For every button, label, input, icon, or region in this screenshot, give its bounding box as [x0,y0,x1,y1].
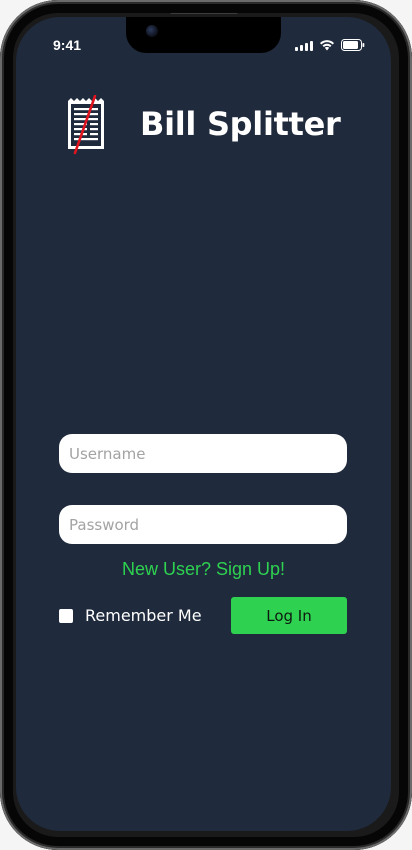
front-camera [146,25,158,37]
app-title: Bill Splitter [140,105,341,143]
status-icons [295,39,365,51]
receipt-icon [68,95,104,155]
side-button [408,255,412,355]
phone-frame: 9:41 Bill Splitter Username New User? Si… [0,0,412,850]
login-button[interactable]: Log In [231,597,347,634]
wifi-icon [320,40,334,51]
battery-icon [341,39,365,51]
speaker-grille [170,10,238,14]
username-input[interactable] [59,434,347,473]
status-time: 9:41 [53,37,82,53]
remember-me-label[interactable]: Remember Me [85,606,202,625]
screen: 9:41 Bill Splitter Username New User? Si… [16,17,391,831]
remember-me-row: Remember Me [59,606,202,625]
notch [126,17,281,53]
password-input[interactable] [59,505,347,544]
remember-me-checkbox[interactable] [59,608,73,623]
cellular-signal-icon [295,40,313,51]
signup-link[interactable]: New User? Sign Up! [16,559,391,580]
